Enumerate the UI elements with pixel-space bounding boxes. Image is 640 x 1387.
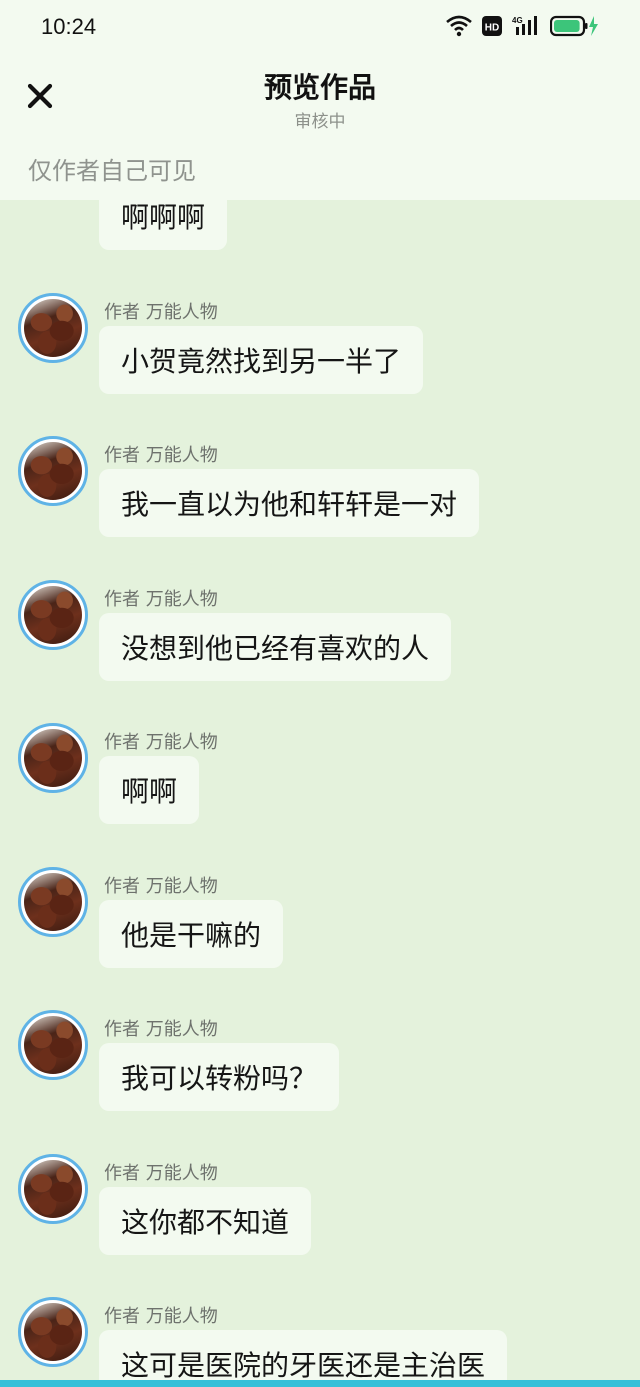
avatar[interactable] — [18, 723, 88, 793]
hd-label: HD — [485, 23, 499, 34]
status-icons: HD 4G — [446, 15, 600, 41]
status-bar: 10:24 HD 4G — [0, 0, 640, 56]
message-bubble[interactable]: 这你都不知道 — [99, 1187, 312, 1255]
visibility-note: 仅作者自己可见 — [28, 157, 196, 185]
message-bubble[interactable]: 我一直以为他和轩轩是一对 — [99, 469, 480, 537]
avatar[interactable] — [18, 436, 88, 506]
message-bubble[interactable]: 他是干嘛的 — [99, 900, 284, 968]
message-author: 作者 万能人物 — [104, 1163, 218, 1184]
message-author: 作者 万能人物 — [104, 1019, 218, 1040]
avatar[interactable] — [18, 580, 88, 650]
message-bubble[interactable]: 啊啊啊 — [99, 200, 228, 250]
message-bubble[interactable]: 小贺竟然找到另一半了 — [99, 326, 424, 394]
message-bubble[interactable]: 没想到他已经有喜欢的人 — [99, 613, 452, 681]
page-title: 预览作品 — [263, 71, 376, 104]
avatar[interactable] — [18, 867, 88, 937]
cellular-signal-icon: 4G — [512, 15, 540, 41]
message-bubble[interactable]: 我可以转粉吗？ — [99, 1043, 340, 1111]
hd-icon: HD — [482, 16, 502, 40]
chat-list[interactable]: 啊啊啊 作者 万能人物 小贺竟然找到另一半了 作者 万能人物 我一直以为他和轩轩… — [0, 200, 640, 1380]
message-author: 作者 万能人物 — [104, 302, 218, 323]
review-status: 审核中 — [294, 112, 346, 132]
message-author: 作者 万能人物 — [104, 732, 218, 753]
avatar[interactable] — [18, 1154, 88, 1224]
header: 预览作品 审核中 仅作者自己可见 — [0, 56, 640, 200]
message-bubble[interactable]: 这可是医院的牙医还是主治医 — [99, 1330, 508, 1380]
message-author: 作者 万能人物 — [104, 876, 218, 897]
network-label: 4G — [512, 16, 523, 25]
avatar[interactable] — [18, 293, 88, 363]
battery-charging-icon — [549, 15, 600, 41]
message-bubble[interactable]: 啊啊 — [99, 756, 200, 824]
status-time: 10:24 — [41, 14, 97, 39]
message-author: 作者 万能人物 — [104, 445, 218, 466]
bottom-progress-bar — [0, 1380, 640, 1387]
message-author: 作者 万能人物 — [104, 589, 218, 610]
wifi-icon — [446, 15, 472, 41]
avatar[interactable] — [18, 1297, 88, 1367]
message-author: 作者 万能人物 — [104, 1306, 218, 1327]
avatar[interactable] — [18, 1010, 88, 1080]
